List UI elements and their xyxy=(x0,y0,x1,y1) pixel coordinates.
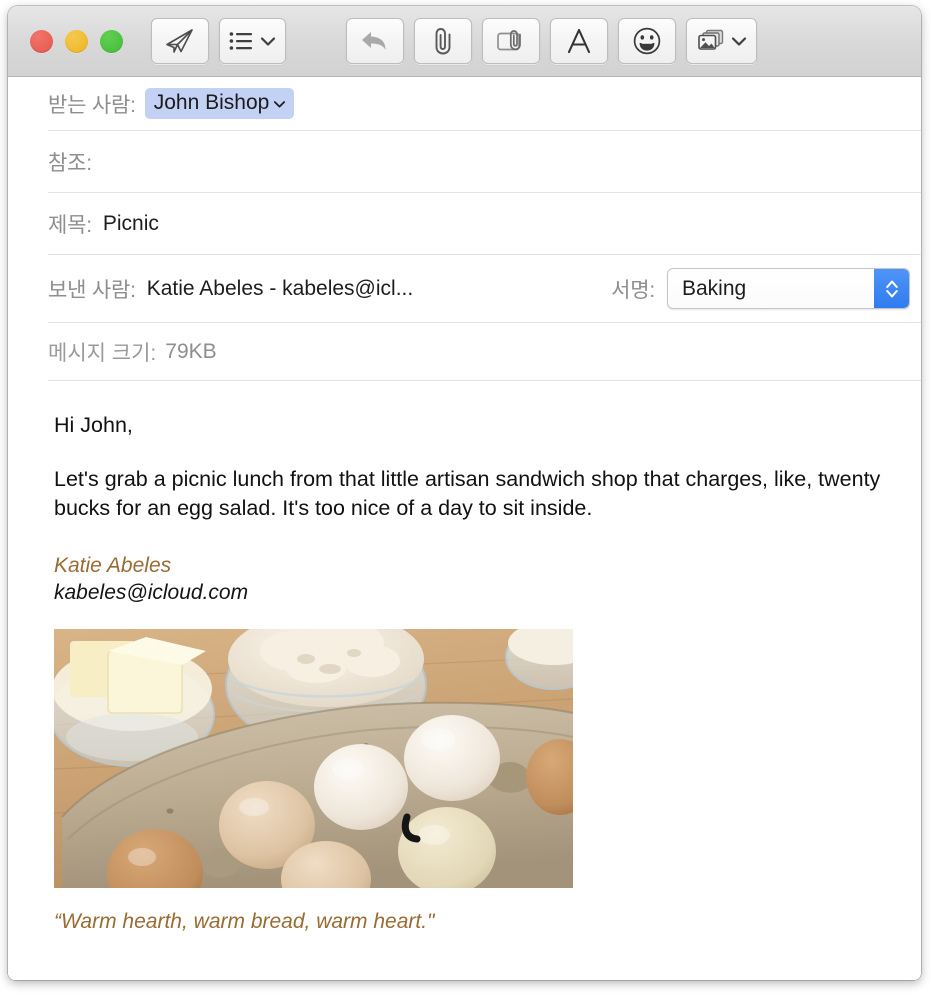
card-paperclip-icon xyxy=(495,27,527,55)
signature-selected-value: Baking xyxy=(682,276,747,300)
paper-plane-icon xyxy=(164,27,196,55)
recipient-token-label: John Bishop xyxy=(153,91,270,114)
signature-label: 서명: xyxy=(611,278,655,302)
cc-field-label: 참조: xyxy=(48,151,92,175)
send-button[interactable] xyxy=(151,18,209,64)
subject-field-label: 제목: xyxy=(48,213,92,237)
updown-chevrons-icon[interactable] xyxy=(874,269,909,308)
minimize-window-button[interactable] xyxy=(65,29,88,53)
format-button[interactable] xyxy=(550,18,608,64)
recipient-token-john-bishop[interactable]: John Bishop xyxy=(144,88,295,119)
compose-header-fields: 받는 사람: John Bishop 참조: 제목: Picnic 보낸 사람:… xyxy=(8,77,921,381)
signature-photo[interactable] xyxy=(54,628,573,888)
list-icon xyxy=(229,31,255,51)
from-field-row[interactable]: 보낸 사람: Katie Abeles - kabeles@icl... 서명:… xyxy=(48,255,921,323)
from-field-label: 보낸 사람: xyxy=(48,278,136,302)
signature-quote: “Warm hearth, warm bread, warm heart." xyxy=(54,909,435,933)
signature-popup-button[interactable]: Baking xyxy=(667,268,910,309)
chevron-down-icon[interactable] xyxy=(273,91,286,115)
window-controls xyxy=(30,29,123,53)
photos-icon xyxy=(696,28,726,54)
chevron-down-icon xyxy=(731,36,747,47)
header-fields-button[interactable] xyxy=(219,18,286,64)
emoji-button[interactable] xyxy=(618,18,676,64)
reply-button[interactable] xyxy=(346,18,404,64)
cc-field-row[interactable]: 참조: xyxy=(48,131,921,193)
paperclip-icon xyxy=(430,26,456,56)
reply-arrow-icon xyxy=(359,28,391,54)
compose-window: 받는 사람: John Bishop 참조: 제목: Picnic 보낸 사람:… xyxy=(8,6,921,980)
message-size-row: 메시지 크기: 79KB xyxy=(48,323,921,381)
signature-selector-area: 서명: Baking xyxy=(611,255,910,322)
signature-email: kabeles@icloud.com xyxy=(54,581,249,605)
smiley-icon xyxy=(632,26,662,56)
close-window-button[interactable] xyxy=(30,29,53,53)
message-paragraph: Let's grab a picnic lunch from that litt… xyxy=(54,467,881,520)
from-field-value[interactable]: Katie Abeles - kabeles@icl... xyxy=(147,277,413,301)
to-field-label: 받는 사람: xyxy=(48,93,136,117)
chevron-down-icon xyxy=(260,36,276,47)
maximize-window-button[interactable] xyxy=(100,29,123,53)
message-greeting: Hi John, xyxy=(54,413,133,437)
attach-button[interactable] xyxy=(414,18,472,64)
toolbar-group-actions xyxy=(346,18,757,64)
to-field-row[interactable]: 받는 사람: John Bishop xyxy=(48,77,921,131)
eggs-in-carton-with-butter-and-flour-photo xyxy=(54,628,573,888)
subject-field-value: Picnic xyxy=(102,211,159,235)
markup-attachment-button[interactable] xyxy=(482,18,540,64)
subject-field-row[interactable]: 제목: Picnic xyxy=(48,193,921,255)
signature-name: Katie Abeles xyxy=(54,554,172,578)
message-body[interactable]: Hi John, Let's grab a picnic lunch from … xyxy=(8,381,921,980)
message-size-label: 메시지 크기: xyxy=(48,341,157,365)
toolbar xyxy=(8,6,921,77)
message-size-value: 79KB xyxy=(165,339,217,363)
toolbar-group-send xyxy=(151,18,286,64)
letter-a-icon xyxy=(566,27,592,55)
photo-browser-button[interactable] xyxy=(686,18,757,64)
